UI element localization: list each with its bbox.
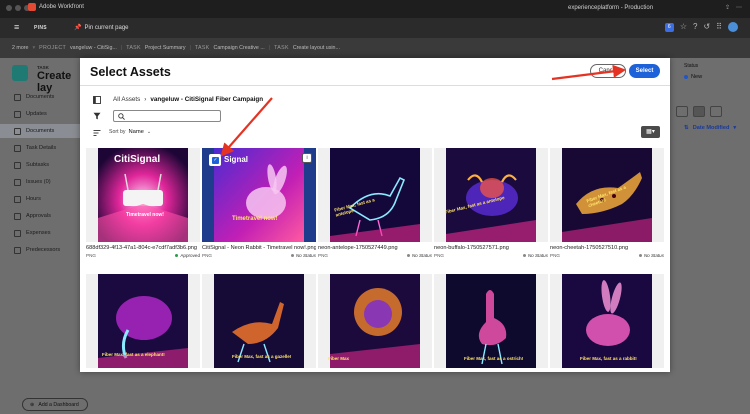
- annotation-arrow-select: [551, 64, 627, 81]
- annotation-arrow-checkbox: [220, 97, 273, 157]
- screen: Adobe Workfront experienceplatform - Pro…: [0, 0, 750, 414]
- annotation-overlay: [220, 64, 627, 157]
